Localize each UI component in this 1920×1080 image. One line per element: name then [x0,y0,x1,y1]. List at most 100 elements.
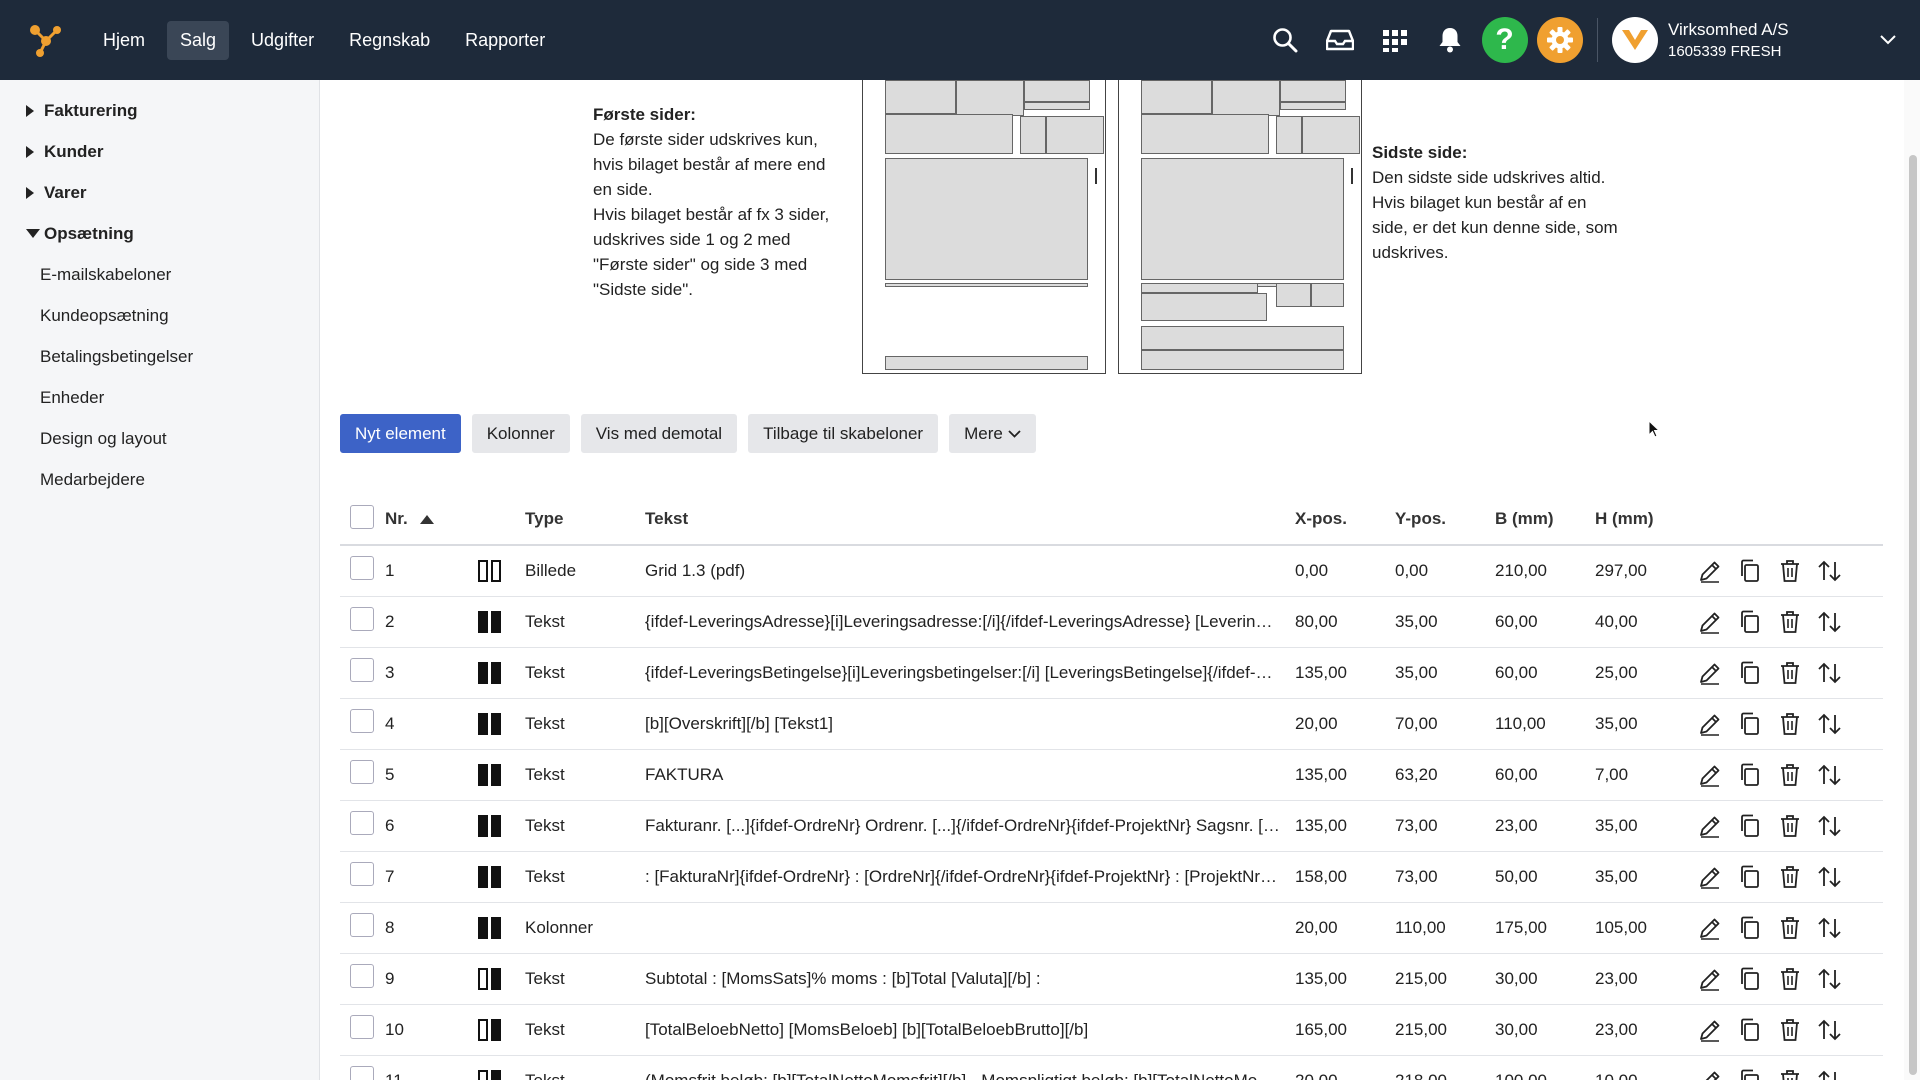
header-type[interactable]: Type [525,494,645,546]
reorder-arrows-icon[interactable] [1817,813,1843,839]
sidebar-item-medarbejdere[interactable]: Medarbejdere [0,459,319,500]
sidebar-item-kundeopsaetning[interactable]: Kundeopsætning [0,295,319,336]
header-text[interactable]: Tekst [645,494,1295,546]
reorder-arrows-icon[interactable] [1817,1068,1843,1080]
reorder-arrows-icon[interactable] [1817,660,1843,686]
edit-pencil-icon[interactable] [1697,762,1723,788]
columns-button[interactable]: Kolonner [471,414,570,453]
row-checkbox[interactable] [350,658,374,682]
header-x-pos[interactable]: X-pos. [1295,494,1395,546]
sidebar-group-opsaetning[interactable]: Opsætning [0,213,319,254]
edit-pencil-icon[interactable] [1697,1068,1723,1080]
sidebar-group-kunder[interactable]: Kunder [0,131,319,172]
table-row[interactable]: 11 Tekst (Momsfrit beløb: [b][TotalNettoMo… [340,1055,1883,1080]
reorder-arrows-icon[interactable] [1817,711,1843,737]
nav-udgifter[interactable]: Udgifter [238,21,327,60]
edit-pencil-icon[interactable] [1697,558,1723,584]
search-icon[interactable] [1257,0,1312,80]
copy-icon[interactable] [1737,1017,1763,1043]
row-checkbox[interactable] [350,964,374,988]
edit-pencil-icon[interactable] [1697,660,1723,686]
copy-icon[interactable] [1737,864,1763,890]
table-row[interactable]: 4 Tekst [b][Overskrift][/b] [Tekst1] 20,00 7… [340,698,1883,750]
scrollbar-thumb[interactable] [1909,155,1917,1075]
trash-icon[interactable] [1777,813,1803,839]
copy-icon[interactable] [1737,711,1763,737]
table-row[interactable]: 3 Tekst {ifdef-LeveringsBetingelse}[i]Leve… [340,647,1883,699]
row-checkbox[interactable] [350,1015,374,1039]
trash-icon[interactable] [1777,660,1803,686]
row-checkbox[interactable] [350,1066,374,1080]
edit-pencil-icon[interactable] [1697,609,1723,635]
edit-pencil-icon[interactable] [1697,966,1723,992]
copy-icon[interactable] [1737,813,1763,839]
trash-icon[interactable] [1777,711,1803,737]
sidebar-item-design-og-layout[interactable]: Design og layout [0,418,319,459]
header-nr[interactable]: Nr. [385,494,475,546]
edit-pencil-icon[interactable] [1697,1017,1723,1043]
settings-button[interactable] [1532,0,1587,80]
select-all-checkbox[interactable] [350,504,374,529]
bell-icon[interactable] [1422,0,1477,80]
reorder-arrows-icon[interactable] [1817,966,1843,992]
copy-icon[interactable] [1737,609,1763,635]
vertical-scrollbar[interactable] [1904,80,1920,1080]
more-dropdown-button[interactable]: Mere [949,414,1036,453]
table-row[interactable]: 1 Billede Grid 1.3 (pdf) 0,00 0,00 210,00 297,… [340,545,1883,597]
row-checkbox[interactable] [350,607,374,631]
apps-grid-icon[interactable] [1367,0,1422,80]
copy-icon[interactable] [1737,558,1763,584]
company-switcher[interactable]: Virksomhed A/S 1605339 FRESH [1612,17,1920,63]
reorder-arrows-icon[interactable] [1817,609,1843,635]
nav-salg[interactable]: Salg [167,20,230,60]
trash-icon[interactable] [1777,609,1803,635]
copy-icon[interactable] [1737,660,1763,686]
copy-icon[interactable] [1737,915,1763,941]
table-row[interactable]: 5 Tekst FAKTURA 135,00 63,20 60,00 7,00 [340,749,1883,801]
sidebar-group-varer[interactable]: Varer [0,172,319,213]
show-demo-button[interactable]: Vis med demotal [580,414,738,453]
copy-icon[interactable] [1737,966,1763,992]
trash-icon[interactable] [1777,864,1803,890]
last-page-preview[interactable] [1118,80,1362,374]
row-checkbox[interactable] [350,811,374,835]
sidebar-item-betalingsbetingelser[interactable]: Betalingsbetingelser [0,336,319,377]
trash-icon[interactable] [1777,1068,1803,1080]
trash-icon[interactable] [1777,915,1803,941]
back-to-templates-button[interactable]: Tilbage til skabeloner [748,414,939,453]
row-checkbox[interactable] [350,862,374,886]
trash-icon[interactable] [1777,762,1803,788]
header-width[interactable]: B (mm) [1495,494,1595,546]
row-checkbox[interactable] [350,760,374,784]
help-button[interactable]: ? [1477,0,1532,80]
trash-icon[interactable] [1777,1017,1803,1043]
edit-pencil-icon[interactable] [1697,711,1723,737]
inbox-icon[interactable] [1312,0,1367,80]
copy-icon[interactable] [1737,1068,1763,1080]
edit-pencil-icon[interactable] [1697,813,1723,839]
edit-pencil-icon[interactable] [1697,915,1723,941]
edit-pencil-icon[interactable] [1697,864,1723,890]
reorder-arrows-icon[interactable] [1817,915,1843,941]
first-pages-preview[interactable] [862,80,1106,374]
app-logo-icon[interactable] [0,0,90,80]
table-row[interactable]: 8 Kolonner 20,00 110,00 175,00 105,00 [340,902,1883,954]
table-row[interactable]: 10 Tekst [TotalBeloebNetto] [MomsBeloeb] [… [340,1004,1883,1056]
row-checkbox[interactable] [350,913,374,937]
nav-regnskab[interactable]: Regnskab [336,21,443,60]
trash-icon[interactable] [1777,558,1803,584]
reorder-arrows-icon[interactable] [1817,864,1843,890]
new-element-button[interactable]: Nyt element [340,414,461,453]
row-checkbox[interactable] [350,709,374,733]
reorder-arrows-icon[interactable] [1817,558,1843,584]
header-height[interactable]: H (mm) [1595,494,1683,546]
row-checkbox[interactable] [350,556,374,581]
reorder-arrows-icon[interactable] [1817,1017,1843,1043]
reorder-arrows-icon[interactable] [1817,762,1843,788]
nav-hjem[interactable]: Hjem [90,21,158,60]
trash-icon[interactable] [1777,966,1803,992]
nav-rapporter[interactable]: Rapporter [452,21,558,60]
table-row[interactable]: 7 Tekst: [FakturaNr]{ifdef-OrdreNr} : [Or… [340,851,1883,903]
table-row[interactable]: 2 Tekst {ifdef-LeveringsAdresse}[i]Leverin… [340,596,1883,648]
table-row[interactable]: 6 Tekst Fakturanr. [...]{ifdef-OrdreNr} Or… [340,800,1883,852]
